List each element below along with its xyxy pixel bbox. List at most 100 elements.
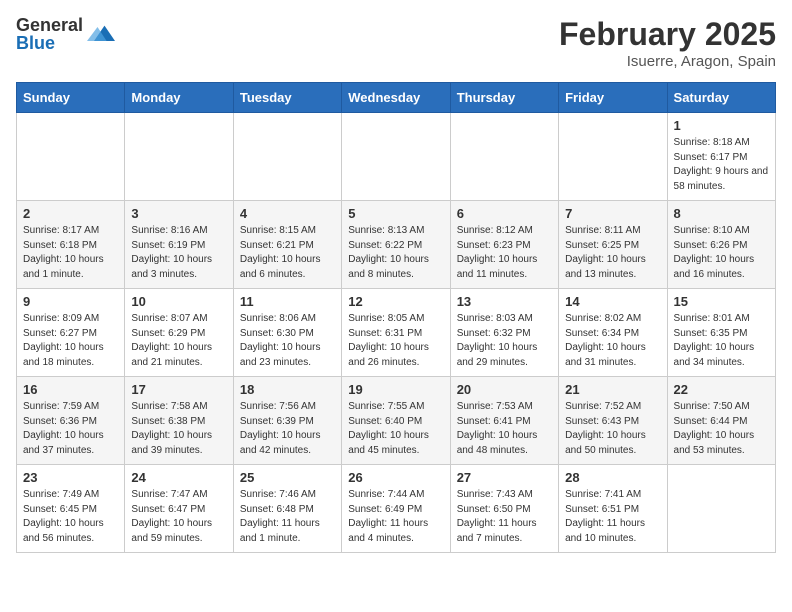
calendar-cell (559, 113, 667, 201)
calendar-cell: 25 Sunrise: 7:46 AM Sunset: 6:48 PM Dayli… (233, 465, 341, 553)
day-number: 26 (348, 470, 443, 485)
day-info: Sunrise: 8:07 AM Sunset: 6:29 PM Dayligh… (131, 312, 226, 370)
month-title: February 2025 (559, 16, 776, 53)
day-info: Sunrise: 8:13 AM Sunset: 6:22 PM Dayligh… (348, 224, 443, 282)
calendar-cell: 21Sunrise: 7:52 AM Sunset: 6:43 PM Dayli… (559, 377, 667, 465)
day-number: 24 (131, 470, 226, 485)
day-info: Sunrise: 7:43 AM Sunset: 6:50 PM Dayligh… (457, 488, 552, 546)
day-info: Sunrise: 7:50 AM Sunset: 6:44 PM Dayligh… (674, 400, 769, 458)
calendar-cell: 27 Sunrise: 7:43 AM Sunset: 6:50 PM Dayli… (450, 465, 558, 553)
calendar-cell: 11 Sunrise: 8:06 AM Sunset: 6:30 PM Dayli… (233, 289, 341, 377)
day-number: 2 (23, 206, 118, 221)
day-info: Sunrise: 7:59 AM Sunset: 6:36 PM Dayligh… (23, 400, 118, 458)
day-number: 18 (240, 382, 335, 397)
calendar-cell: 10 Sunrise: 8:07 AM Sunset: 6:29 PM Dayli… (125, 289, 233, 377)
day-number: 16 (23, 382, 118, 397)
calendar-week-5: 23 Sunrise: 7:49 AM Sunset: 6:45 PM Dayli… (17, 465, 776, 553)
day-info: Sunrise: 8:02 AM Sunset: 6:34 PM Dayligh… (565, 312, 660, 370)
calendar-week-1: 1 Sunrise: 8:18 AM Sunset: 6:17 PM Daylig… (17, 113, 776, 201)
calendar-cell: 24Sunrise: 7:47 AM Sunset: 6:47 PM Dayli… (125, 465, 233, 553)
page-header: General Blue February 2025 Isuerre, Arag… (16, 16, 776, 70)
day-number: 13 (457, 294, 552, 309)
calendar-cell: 23 Sunrise: 7:49 AM Sunset: 6:45 PM Dayli… (17, 465, 125, 553)
day-info: Sunrise: 8:03 AM Sunset: 6:32 PM Dayligh… (457, 312, 552, 370)
title-block: February 2025 Isuerre, Aragon, Spain (559, 16, 776, 70)
day-number: 19 (348, 382, 443, 397)
day-info: Sunrise: 7:41 AM Sunset: 6:51 PM Dayligh… (565, 488, 660, 546)
day-number: 11 (240, 294, 335, 309)
day-info: Sunrise: 7:46 AM Sunset: 6:48 PM Dayligh… (240, 488, 335, 546)
calendar-cell: 14 Sunrise: 8:02 AM Sunset: 6:34 PM Dayli… (559, 289, 667, 377)
day-number: 3 (131, 206, 226, 221)
day-info: Sunrise: 8:17 AM Sunset: 6:18 PM Dayligh… (23, 224, 118, 282)
calendar-table: SundayMondayTuesdayWednesdayThursdayFrid… (16, 82, 776, 553)
day-info: Sunrise: 8:18 AM Sunset: 6:17 PM Dayligh… (674, 136, 769, 194)
header-sunday: Sunday (17, 83, 125, 113)
calendar-cell: 13 Sunrise: 8:03 AM Sunset: 6:32 PM Dayli… (450, 289, 558, 377)
day-info: Sunrise: 8:16 AM Sunset: 6:19 PM Dayligh… (131, 224, 226, 282)
calendar-cell: 8 Sunrise: 8:10 AM Sunset: 6:26 PM Daylig… (667, 201, 775, 289)
calendar-cell: 5 Sunrise: 8:13 AM Sunset: 6:22 PM Daylig… (342, 201, 450, 289)
day-number: 17 (131, 382, 226, 397)
day-number: 22 (674, 382, 769, 397)
calendar-cell (450, 113, 558, 201)
calendar-cell: 19Sunrise: 7:55 AM Sunset: 6:40 PM Dayli… (342, 377, 450, 465)
day-number: 5 (348, 206, 443, 221)
day-number: 10 (131, 294, 226, 309)
calendar-cell: 28 Sunrise: 7:41 AM Sunset: 6:51 PM Dayli… (559, 465, 667, 553)
day-info: Sunrise: 8:10 AM Sunset: 6:26 PM Dayligh… (674, 224, 769, 282)
header-wednesday: Wednesday (342, 83, 450, 113)
day-info: Sunrise: 8:06 AM Sunset: 6:30 PM Dayligh… (240, 312, 335, 370)
day-info: Sunrise: 7:56 AM Sunset: 6:39 PM Dayligh… (240, 400, 335, 458)
logo-blue: Blue (16, 34, 83, 52)
header-friday: Friday (559, 83, 667, 113)
day-number: 1 (674, 118, 769, 133)
location: Isuerre, Aragon, Spain (559, 53, 776, 70)
header-thursday: Thursday (450, 83, 558, 113)
day-info: Sunrise: 7:58 AM Sunset: 6:38 PM Dayligh… (131, 400, 226, 458)
calendar-cell (17, 113, 125, 201)
header-saturday: Saturday (667, 83, 775, 113)
calendar-cell (667, 465, 775, 553)
day-number: 28 (565, 470, 660, 485)
day-number: 27 (457, 470, 552, 485)
day-info: Sunrise: 7:49 AM Sunset: 6:45 PM Dayligh… (23, 488, 118, 546)
day-info: Sunrise: 8:11 AM Sunset: 6:25 PM Dayligh… (565, 224, 660, 282)
calendar-cell: 22 Sunrise: 7:50 AM Sunset: 6:44 PM Dayli… (667, 377, 775, 465)
calendar-cell: 1 Sunrise: 8:18 AM Sunset: 6:17 PM Daylig… (667, 113, 775, 201)
calendar-cell (125, 113, 233, 201)
header-tuesday: Tuesday (233, 83, 341, 113)
calendar-cell: 26 Sunrise: 7:44 AM Sunset: 6:49 PM Dayli… (342, 465, 450, 553)
calendar-week-2: 2 Sunrise: 8:17 AM Sunset: 6:18 PM Daylig… (17, 201, 776, 289)
day-info: Sunrise: 7:52 AM Sunset: 6:43 PM Dayligh… (565, 400, 660, 458)
day-info: Sunrise: 8:01 AM Sunset: 6:35 PM Dayligh… (674, 312, 769, 370)
day-info: Sunrise: 8:15 AM Sunset: 6:21 PM Dayligh… (240, 224, 335, 282)
calendar-cell: 17 Sunrise: 7:58 AM Sunset: 6:38 PM Dayli… (125, 377, 233, 465)
day-number: 25 (240, 470, 335, 485)
logo-general: General (16, 16, 83, 34)
day-info: Sunrise: 8:05 AM Sunset: 6:31 PM Dayligh… (348, 312, 443, 370)
calendar-week-4: 16 Sunrise: 7:59 AM Sunset: 6:36 PM Dayli… (17, 377, 776, 465)
day-number: 8 (674, 206, 769, 221)
calendar-cell: 2 Sunrise: 8:17 AM Sunset: 6:18 PM Daylig… (17, 201, 125, 289)
day-number: 14 (565, 294, 660, 309)
calendar-week-3: 9 Sunrise: 8:09 AM Sunset: 6:27 PM Daylig… (17, 289, 776, 377)
day-info: Sunrise: 7:44 AM Sunset: 6:49 PM Dayligh… (348, 488, 443, 546)
day-number: 15 (674, 294, 769, 309)
calendar-cell: 7Sunrise: 8:11 AM Sunset: 6:25 PM Daylig… (559, 201, 667, 289)
day-number: 23 (23, 470, 118, 485)
day-number: 4 (240, 206, 335, 221)
calendar-cell: 3 Sunrise: 8:16 AM Sunset: 6:19 PM Daylig… (125, 201, 233, 289)
calendar-cell: 20 Sunrise: 7:53 AM Sunset: 6:41 PM Dayli… (450, 377, 558, 465)
calendar-cell (342, 113, 450, 201)
calendar-cell: 16 Sunrise: 7:59 AM Sunset: 6:36 PM Dayli… (17, 377, 125, 465)
day-number: 20 (457, 382, 552, 397)
day-info: Sunrise: 7:53 AM Sunset: 6:41 PM Dayligh… (457, 400, 552, 458)
calendar-cell: 9 Sunrise: 8:09 AM Sunset: 6:27 PM Daylig… (17, 289, 125, 377)
day-info: Sunrise: 8:12 AM Sunset: 6:23 PM Dayligh… (457, 224, 552, 282)
day-info: Sunrise: 8:09 AM Sunset: 6:27 PM Dayligh… (23, 312, 118, 370)
logo-text: General Blue (16, 16, 83, 52)
calendar-cell (233, 113, 341, 201)
calendar-header-row: SundayMondayTuesdayWednesdayThursdayFrid… (17, 83, 776, 113)
day-number: 9 (23, 294, 118, 309)
